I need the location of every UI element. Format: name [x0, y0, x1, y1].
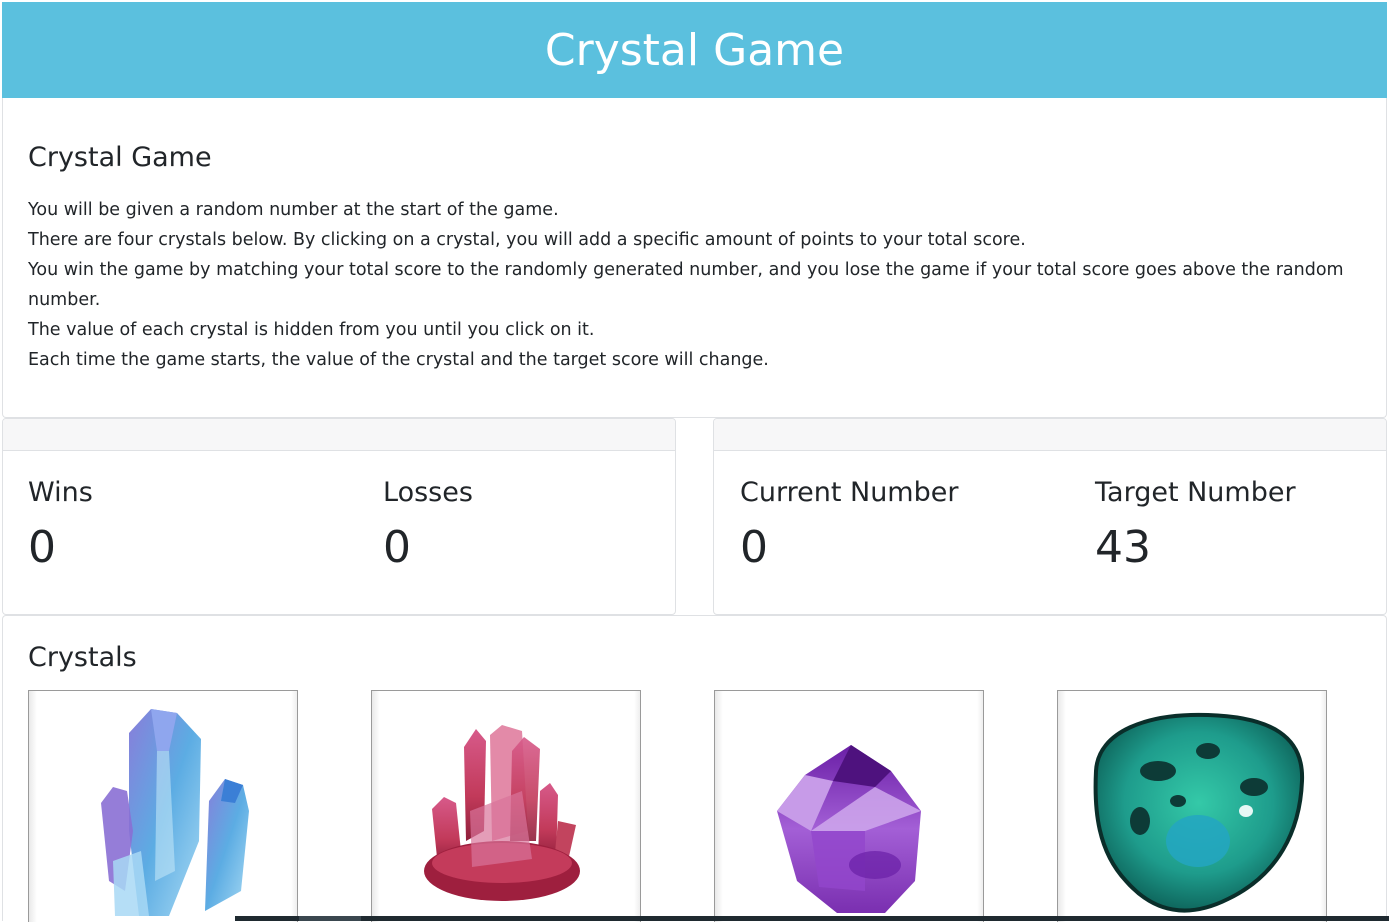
- instructions-card: Crystal Game You will be given a random …: [2, 98, 1387, 418]
- amethyst-point-icon: [777, 745, 921, 913]
- crystals-heading: Crystals: [28, 642, 137, 673]
- scrollbar-thumb[interactable]: [299, 916, 361, 921]
- target-number-label: Target Number: [1095, 477, 1296, 508]
- instruction-line: You will be given a random number at the…: [28, 200, 559, 220]
- crystal-button-1[interactable]: [28, 690, 298, 922]
- blue-quartz-crystal-icon: [101, 709, 249, 916]
- wins-label: Wins: [28, 477, 93, 508]
- red-quartz-cluster-icon: [424, 725, 580, 901]
- page-header: Crystal Game: [2, 2, 1387, 98]
- score-card: Current Number 0 Target Number 43: [713, 418, 1387, 615]
- instruction-line: The value of each crystal is hidden from…: [28, 320, 595, 340]
- crystals-card: Crystals: [2, 615, 1387, 922]
- instructions-heading: Crystal Game: [28, 142, 212, 173]
- record-card-header: [3, 419, 675, 451]
- target-number-stat: Target Number 43: [1095, 477, 1296, 573]
- losses-stat: Losses 0: [383, 477, 473, 573]
- losses-value: 0: [383, 522, 411, 573]
- losses-label: Losses: [383, 477, 473, 508]
- current-number-stat: Current Number 0: [740, 477, 958, 573]
- instruction-line: You win the game by matching your total …: [28, 260, 1344, 310]
- wins-stat: Wins 0: [28, 477, 93, 573]
- current-number-label: Current Number: [740, 477, 959, 508]
- page-title: Crystal Game: [544, 24, 845, 76]
- instruction-line: Each time the game starts, the value of …: [28, 350, 769, 370]
- crystal-button-2[interactable]: [371, 690, 641, 922]
- instructions-text: You will be given a random number at the…: [28, 195, 1363, 375]
- record-card: Wins 0 Losses 0: [2, 418, 676, 615]
- target-number-value: 43: [1095, 522, 1151, 573]
- crystal-button-4[interactable]: [1057, 690, 1327, 922]
- crystal-button-3[interactable]: [714, 690, 984, 922]
- horizontal-scrollbar[interactable]: [235, 916, 1389, 921]
- current-number-value: 0: [740, 522, 768, 573]
- green-malachite-stone-icon: [1093, 712, 1305, 913]
- wins-value: 0: [28, 522, 56, 573]
- instruction-line: There are four crystals below. By clicki…: [28, 230, 1026, 250]
- score-card-header: [714, 419, 1386, 451]
